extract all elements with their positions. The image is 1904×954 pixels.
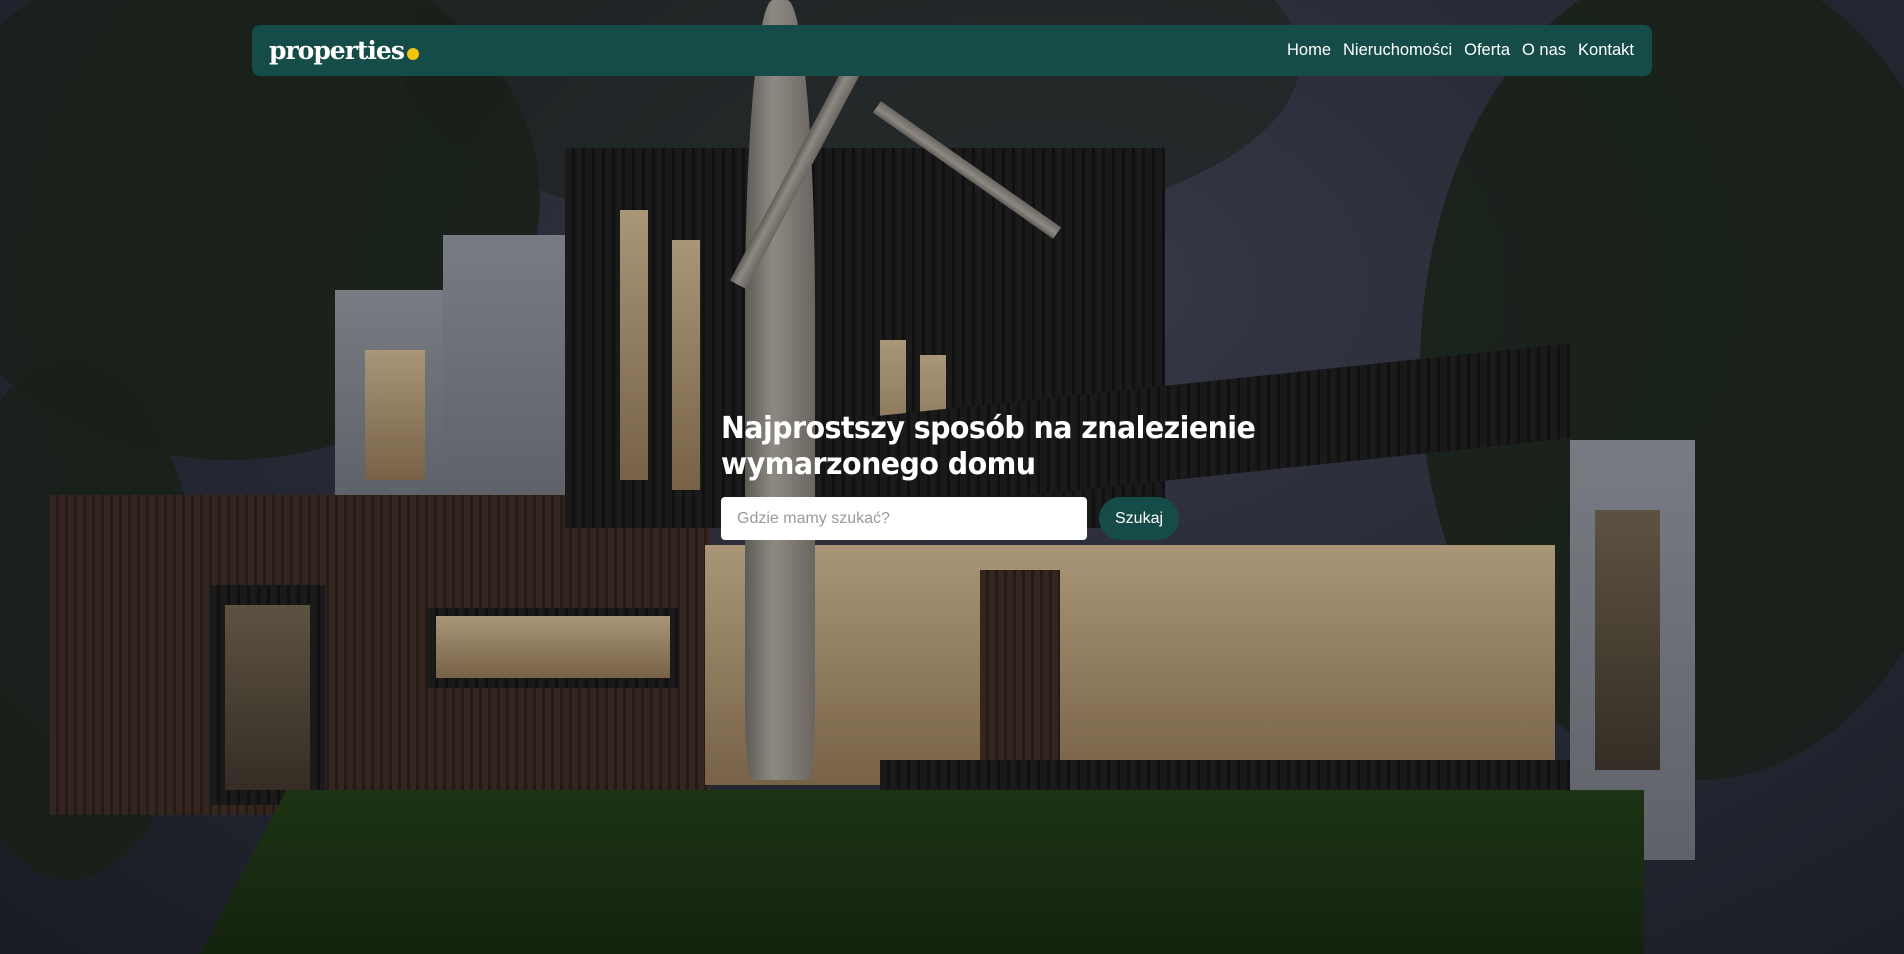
- search-input[interactable]: [721, 497, 1087, 540]
- top-navbar: properties Home Nieruchomości Oferta O n…: [252, 25, 1652, 76]
- main-nav: Home Nieruchomości Oferta O nas Kontakt: [1287, 41, 1634, 60]
- nav-link-home[interactable]: Home: [1287, 41, 1331, 60]
- hero-section: Najprostszy sposób na znalezienie wymarz…: [721, 411, 1283, 540]
- search-button[interactable]: Szukaj: [1099, 497, 1180, 540]
- brand-logo[interactable]: properties: [269, 36, 419, 65]
- search-bar: Szukaj: [721, 497, 1283, 540]
- hero-title-line-2: wymarzonego domu: [721, 447, 1036, 482]
- nav-link-offer[interactable]: Oferta: [1464, 41, 1510, 60]
- hero-title-line-1: Najprostszy sposób na znalezienie: [721, 411, 1256, 446]
- brand-name: properties: [269, 36, 405, 65]
- hero-title: Najprostszy sposób na znalezienie wymarz…: [721, 411, 1256, 483]
- nav-link-contact[interactable]: Kontakt: [1578, 41, 1634, 60]
- brand-dot-icon: [406, 48, 419, 60]
- nav-link-properties[interactable]: Nieruchomości: [1343, 41, 1452, 60]
- nav-link-about[interactable]: O nas: [1522, 41, 1566, 60]
